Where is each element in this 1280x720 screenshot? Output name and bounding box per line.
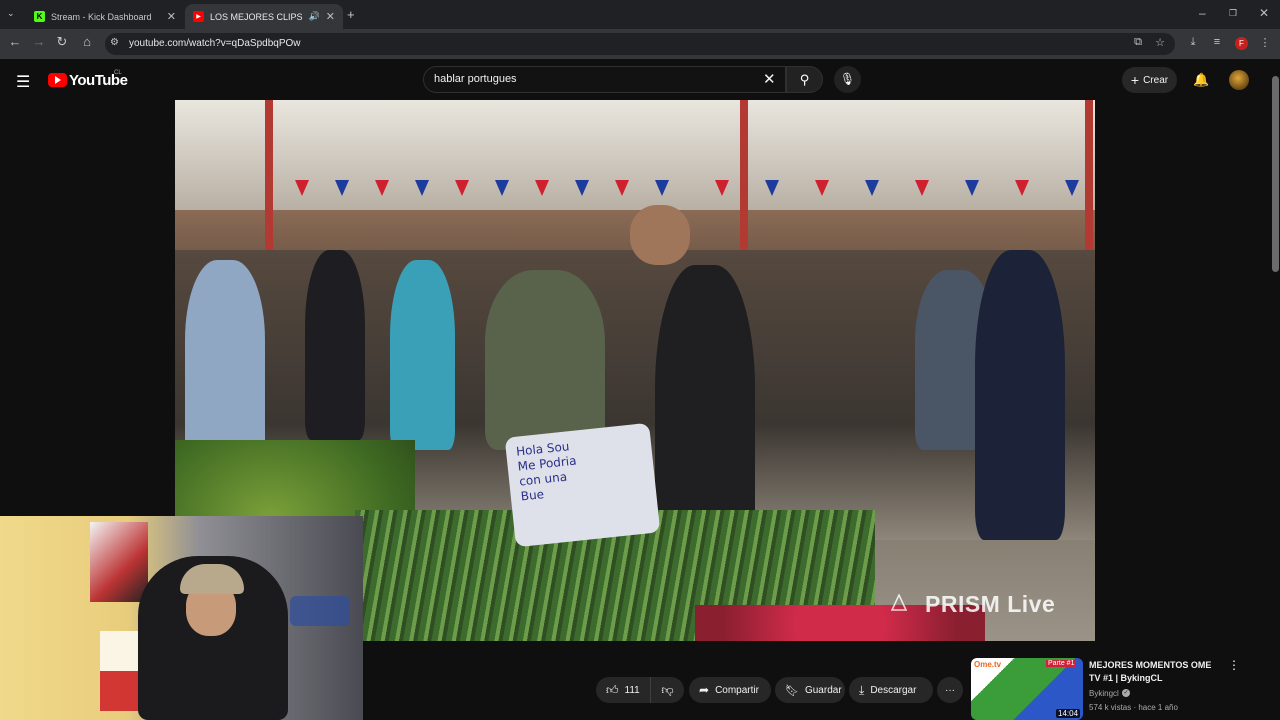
microphone-icon: 🎙 — [839, 72, 856, 86]
search-input[interactable]: hablar portugues — [434, 73, 517, 85]
share-label: Compartir — [715, 684, 759, 696]
prism-logo-icon — [891, 594, 907, 611]
youtube-icon: ▶ — [193, 11, 204, 22]
cast-icon[interactable]: ⧉ — [1130, 36, 1146, 49]
video-person-head — [630, 205, 690, 265]
more-actions-button[interactable]: ··· — [937, 677, 963, 703]
search-icon: ⚲ — [799, 72, 810, 87]
thumbnail-ome-badge: Ome.tv — [974, 660, 1002, 669]
desk-item — [290, 596, 350, 626]
video-cardboard-sign: Hola Sou Me Podria con una Bue — [504, 422, 661, 548]
kick-icon: K — [34, 11, 45, 22]
download-icon[interactable]: ⤓ — [1185, 36, 1201, 49]
verified-check-icon: ✓ — [1122, 689, 1130, 697]
notifications-bell-icon[interactable]: 🔔 — [1193, 72, 1209, 88]
streamer-cap — [180, 564, 244, 594]
close-tab-icon[interactable]: ✕ — [167, 10, 176, 23]
share-button[interactable]: ➦ Compartir — [689, 677, 771, 703]
webcam-overlay — [0, 516, 363, 720]
tab-search-chevron-icon[interactable]: ⌄ — [7, 8, 15, 19]
create-label: Crear — [1143, 74, 1169, 86]
thumbs-down-icon: 👎︎ — [661, 682, 674, 697]
scrollbar-thumb[interactable] — [1272, 76, 1279, 272]
more-horizontal-icon: ··· — [945, 684, 955, 696]
browser-menu-icon[interactable]: ⋮ — [1257, 36, 1273, 49]
video-duration: 14:04 — [1056, 709, 1081, 718]
site-info-icon[interactable]: ⚙ — [110, 37, 119, 48]
clear-search-icon[interactable]: ✕ — [763, 70, 776, 88]
download-arrow-icon: ⤓ — [859, 682, 865, 697]
forward-icon[interactable]: → — [30, 34, 48, 49]
download-label: Descargar — [870, 684, 917, 696]
thumbnail-part-badge: Parte #1 — [1046, 660, 1077, 667]
minimize-icon[interactable]: – — [1199, 6, 1206, 20]
reading-list-icon[interactable]: ≡ — [1209, 36, 1225, 48]
video-bunting-flags — [295, 180, 1095, 210]
video-person — [305, 250, 365, 440]
window-close-icon[interactable]: ✕ — [1259, 6, 1269, 20]
hamburger-menu-icon[interactable]: ☰ — [16, 72, 30, 92]
video-person — [975, 250, 1065, 540]
home-icon[interactable]: ⌂ — [78, 34, 96, 49]
video-person — [390, 260, 455, 450]
profile-avatar[interactable]: F — [1235, 37, 1248, 50]
restore-icon[interactable]: ❐ — [1229, 8, 1237, 19]
video-beam — [265, 100, 273, 260]
url-text[interactable]: youtube.com/watch?v=qDaSpdbqPOw — [129, 38, 301, 49]
like-button[interactable]: 👍︎ 111 — [596, 677, 650, 703]
tab-kick-dashboard[interactable]: K Stream - Kick Dashboard ✕ — [26, 4, 184, 29]
save-label: Guardar — [804, 684, 842, 696]
create-button[interactable]: + Crear — [1122, 67, 1177, 93]
voice-search-button[interactable]: 🎙 — [834, 66, 861, 93]
new-tab-button[interactable]: + — [347, 7, 355, 22]
tab-title: Stream - Kick Dashboard — [51, 11, 152, 22]
prism-live-watermark: PRISM Live — [925, 591, 1056, 617]
suggested-channel-name[interactable]: Bykingcl — [1089, 689, 1119, 698]
wall-poster — [90, 522, 148, 602]
back-icon[interactable]: ← — [6, 34, 24, 49]
tab-youtube-video[interactable]: ▶ LOS MEJORES CLIPS DEL 20 🔊 ✕ — [185, 4, 343, 29]
audio-playing-icon[interactable]: 🔊 — [309, 11, 320, 22]
bookmark-star-icon[interactable]: ☆ — [1152, 36, 1168, 49]
youtube-logo-icon[interactable] — [48, 73, 67, 87]
thumbs-up-icon: 👍︎ — [606, 682, 619, 697]
dislike-button[interactable]: 👎︎ — [650, 677, 684, 703]
tab-title: LOS MEJORES CLIPS DEL 20 — [210, 11, 305, 22]
country-code: CL — [114, 70, 122, 76]
bookmark-icon: 🔖︎ — [785, 684, 799, 697]
download-button[interactable]: ⤓ Descargar — [849, 677, 933, 703]
suggested-video-meta: 574 k vistas · hace 1 año — [1089, 703, 1178, 712]
reload-icon[interactable]: ↻ — [53, 34, 71, 50]
like-count: 111 — [624, 684, 640, 696]
suggested-menu-icon[interactable]: ⋮ — [1228, 658, 1240, 672]
video-person — [485, 270, 605, 450]
search-button[interactable]: ⚲ — [786, 66, 823, 93]
account-avatar[interactable] — [1229, 70, 1249, 90]
save-button[interactable]: 🔖︎ Guardar — [775, 677, 845, 703]
share-arrow-icon: ➦ — [699, 683, 710, 697]
video-person — [185, 260, 265, 460]
suggested-video-title[interactable]: MEJORES MOMENTOS OME TV #1 | BykingCL — [1089, 659, 1224, 685]
plus-icon: + — [1130, 72, 1140, 88]
close-tab-icon[interactable]: ✕ — [326, 10, 335, 23]
